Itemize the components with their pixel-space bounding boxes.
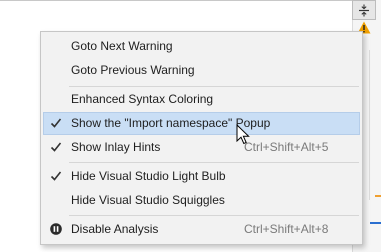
split-view-icon xyxy=(359,4,369,17)
margin-guide-line xyxy=(369,50,370,200)
menu-item-goto-next-warning[interactable]: Goto Next Warning xyxy=(43,35,360,58)
menu-item-hide-squiggles[interactable]: Hide Visual Studio Squiggles xyxy=(43,189,360,212)
menu-item-label: Hide Visual Studio Light Bulb xyxy=(71,169,226,183)
menu-item-show-import-namespace-popup[interactable]: Show the "Import namespace" Popup xyxy=(43,112,360,135)
context-menu: Goto Next Warning Goto Previous Warning … xyxy=(40,31,363,245)
warning-marker[interactable] xyxy=(375,195,381,197)
menu-item-shortcut: Ctrl+Shift+Alt+8 xyxy=(244,222,329,236)
menu-item-enhanced-syntax-coloring[interactable]: Enhanced Syntax Coloring xyxy=(43,88,360,111)
menu-item-label: Hide Visual Studio Squiggles xyxy=(71,193,225,207)
checkmark-icon xyxy=(50,118,62,128)
editor-top-border xyxy=(0,0,352,1)
menu-separator xyxy=(69,162,359,163)
menu-separator xyxy=(69,86,359,87)
menu-separator xyxy=(69,215,359,216)
menu-item-label: Goto Previous Warning xyxy=(71,63,195,77)
menu-item-shortcut: Ctrl+Shift+Alt+5 xyxy=(244,140,329,154)
menu-item-hide-light-bulb[interactable]: Hide Visual Studio Light Bulb xyxy=(43,165,360,188)
menu-item-label: Disable Analysis xyxy=(71,222,159,236)
menu-item-label: Enhanced Syntax Coloring xyxy=(71,92,214,106)
menu-item-goto-previous-warning[interactable]: Goto Previous Warning xyxy=(43,59,360,82)
menu-item-show-inlay-hints[interactable]: Show Inlay Hints Ctrl+Shift+Alt+5 xyxy=(43,136,360,159)
checkmark-icon xyxy=(50,142,62,152)
checkmark-icon xyxy=(50,171,62,181)
caret-marker xyxy=(370,222,381,224)
menu-item-label: Goto Next Warning xyxy=(71,39,173,53)
split-view-button[interactable] xyxy=(352,0,376,20)
menu-item-disable-analysis[interactable]: Disable Analysis Ctrl+Shift+Alt+8 xyxy=(43,218,360,241)
menu-item-label: Show Inlay Hints xyxy=(71,140,161,154)
pause-icon xyxy=(50,223,62,235)
mouse-cursor-icon xyxy=(236,124,250,145)
